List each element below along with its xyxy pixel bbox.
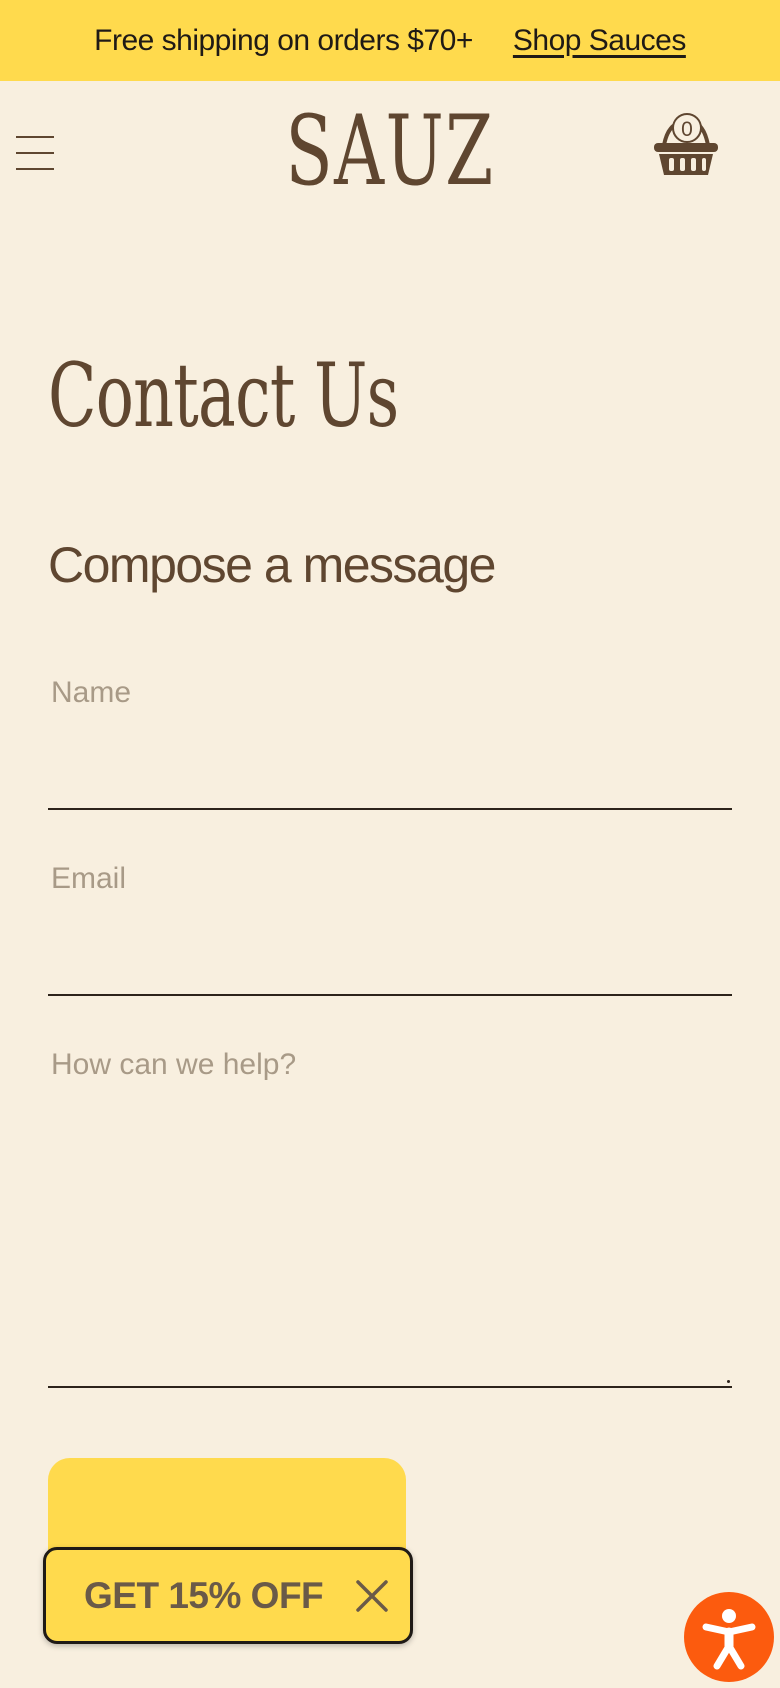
name-field: Name bbox=[48, 676, 732, 810]
message-placeholder: How can we help? bbox=[51, 1048, 297, 1081]
email-placeholder: Email bbox=[51, 862, 127, 895]
cart-button[interactable]: 0 bbox=[650, 109, 722, 181]
announcement-bar: Free shipping on orders $70+ Shop Sauces bbox=[0, 0, 780, 81]
email-field: Email bbox=[48, 862, 732, 996]
message-textarea[interactable] bbox=[48, 1136, 732, 1386]
cart-count-badge: 0 bbox=[672, 113, 702, 143]
discount-popup-button[interactable]: GET 15% OFF bbox=[43, 1547, 413, 1644]
hamburger-menu-icon[interactable] bbox=[16, 135, 54, 171]
shop-sauces-link[interactable]: Shop Sauces bbox=[513, 24, 686, 58]
announcement-text: Free shipping on orders $70+ bbox=[94, 23, 473, 57]
site-header: SAUZ 0 bbox=[0, 81, 780, 221]
message-field: How can we help? bbox=[48, 1048, 732, 1388]
page-title: Contact Us bbox=[48, 344, 399, 447]
name-input[interactable] bbox=[48, 762, 732, 808]
accessibility-button[interactable] bbox=[684, 1592, 774, 1682]
resize-handle[interactable] bbox=[727, 1380, 730, 1383]
form-heading: Compose a message bbox=[48, 537, 496, 593]
close-icon[interactable] bbox=[354, 1578, 390, 1614]
name-placeholder: Name bbox=[51, 676, 132, 709]
email-input[interactable] bbox=[48, 948, 732, 994]
accessibility-icon bbox=[702, 1609, 756, 1670]
discount-label: GET 15% OFF bbox=[84, 1575, 324, 1616]
site-logo[interactable]: SAUZ bbox=[109, 103, 671, 199]
